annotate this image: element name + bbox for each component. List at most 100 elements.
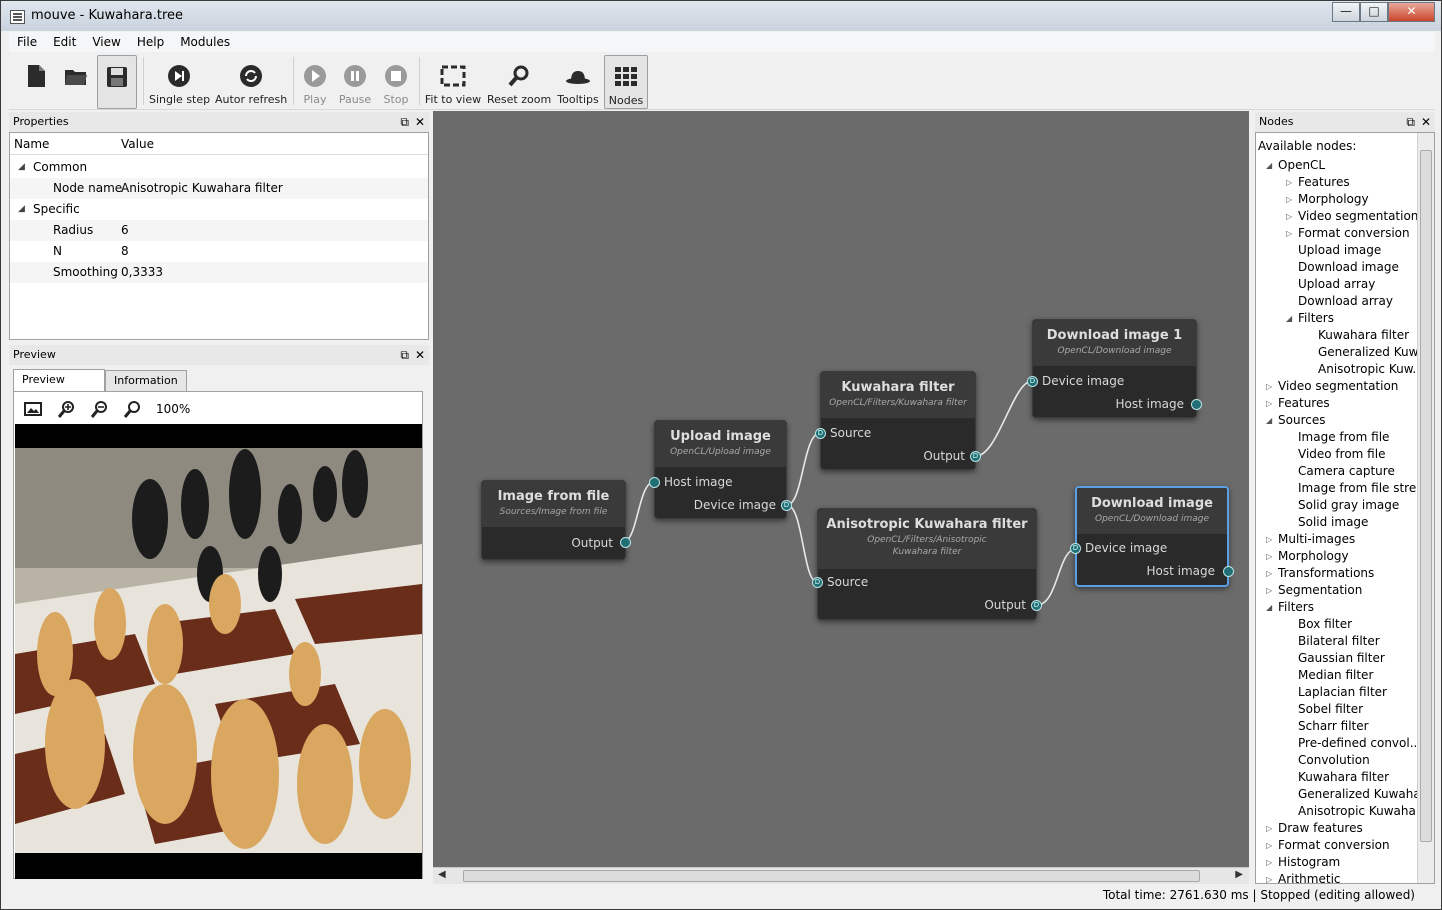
input-port[interactable] bbox=[649, 477, 660, 488]
node-download-image-1[interactable]: Download image 1 OpenCL/Download image D… bbox=[1027, 319, 1202, 418]
output-port[interactable] bbox=[620, 537, 631, 548]
menu-help[interactable]: Help bbox=[129, 32, 172, 52]
new-file-icon bbox=[23, 63, 49, 89]
nodes-dock-title: Nodes ⧉ ✕ bbox=[1255, 112, 1435, 132]
collapse-arrow-icon[interactable]: ◢ bbox=[18, 157, 25, 178]
input-port[interactable]: D bbox=[1027, 376, 1038, 387]
output-port[interactable]: D bbox=[970, 451, 981, 462]
preview-image bbox=[15, 424, 422, 879]
input-port[interactable]: D bbox=[812, 577, 823, 588]
collapsed-arrow-icon[interactable]: ▷ bbox=[1286, 208, 1292, 225]
tree-item-label: Draw features bbox=[1278, 821, 1363, 835]
property-value[interactable]: 6 bbox=[121, 220, 129, 241]
scrollbar-thumb[interactable] bbox=[1420, 150, 1432, 842]
collapse-arrow-icon[interactable]: ◢ bbox=[18, 199, 25, 220]
tree-item-label: Camera capture bbox=[1298, 464, 1395, 478]
zoom-out-icon[interactable] bbox=[88, 399, 110, 419]
group-specific[interactable]: ◢ Specific bbox=[10, 199, 428, 220]
property-value[interactable]: 8 bbox=[121, 241, 129, 262]
image-icon[interactable] bbox=[22, 399, 44, 419]
property-row[interactable]: N 8 bbox=[10, 241, 428, 262]
property-row[interactable]: Node name Anisotropic Kuwahara filter bbox=[10, 178, 428, 199]
node-anisotropic-kuwahara-filter[interactable]: Anisotropic Kuwahara filter OpenCL/Filte… bbox=[812, 508, 1042, 620]
input-port[interactable]: D bbox=[815, 428, 826, 439]
column-name-header[interactable]: Name bbox=[14, 137, 49, 151]
output-port[interactable] bbox=[1191, 399, 1202, 410]
float-icon[interactable]: ⧉ bbox=[400, 348, 409, 362]
tooltips-button[interactable]: Tooltips bbox=[557, 55, 599, 107]
stop-button[interactable]: Stop bbox=[379, 55, 413, 107]
zoom-original-icon[interactable] bbox=[121, 399, 143, 419]
collapsed-arrow-icon[interactable]: ▷ bbox=[1286, 174, 1292, 191]
property-value[interactable]: Anisotropic Kuwahara filter bbox=[121, 178, 283, 199]
input-port[interactable]: D bbox=[1070, 543, 1081, 554]
expanded-arrow-icon[interactable]: ◢ bbox=[1266, 412, 1272, 429]
menu-view[interactable]: View bbox=[84, 32, 128, 52]
float-icon[interactable]: ⧉ bbox=[1406, 115, 1415, 129]
new-button[interactable] bbox=[19, 55, 53, 107]
minimize-button[interactable]: — bbox=[1332, 2, 1360, 22]
tab-preview-image[interactable]: Preview image bbox=[13, 369, 105, 406]
tree-item-label: Morphology bbox=[1298, 192, 1369, 206]
scrollbar-thumb[interactable] bbox=[463, 870, 1200, 882]
node-image-from-file[interactable]: Image from file Sources/Image from file … bbox=[481, 480, 631, 560]
node-download-image[interactable]: Download image OpenCL/Download image D D… bbox=[1070, 486, 1234, 587]
output-port[interactable] bbox=[1223, 566, 1234, 577]
close-icon[interactable]: ✕ bbox=[415, 115, 425, 129]
menu-file[interactable]: File bbox=[9, 32, 45, 52]
canvas-horizontal-scrollbar[interactable]: ◀ ▶ bbox=[433, 867, 1249, 884]
expanded-arrow-icon[interactable]: ◢ bbox=[1266, 157, 1272, 174]
collapsed-arrow-icon[interactable]: ▷ bbox=[1266, 378, 1272, 395]
collapsed-arrow-icon[interactable]: ▷ bbox=[1286, 225, 1292, 242]
collapsed-arrow-icon[interactable]: ▷ bbox=[1266, 565, 1272, 582]
edge bbox=[786, 432, 821, 506]
scroll-left-arrow-icon[interactable]: ◀ bbox=[438, 869, 446, 880]
open-button[interactable] bbox=[59, 55, 93, 107]
close-icon[interactable]: ✕ bbox=[415, 348, 425, 362]
expanded-arrow-icon[interactable]: ◢ bbox=[1266, 599, 1272, 616]
maximize-button[interactable]: □ bbox=[1360, 2, 1388, 22]
nodes-vertical-scrollbar[interactable] bbox=[1417, 133, 1434, 883]
close-button[interactable]: ✕ bbox=[1388, 2, 1435, 22]
tree-item-label: Median filter bbox=[1298, 668, 1374, 682]
property-row[interactable]: Radius 6 bbox=[10, 220, 428, 241]
pause-button[interactable]: Pause bbox=[337, 55, 373, 107]
reset-zoom-button[interactable]: Reset zoom bbox=[487, 55, 551, 107]
collapsed-arrow-icon[interactable]: ▷ bbox=[1266, 395, 1272, 412]
zoom-in-icon[interactable] bbox=[55, 399, 77, 419]
collapsed-arrow-icon[interactable]: ▷ bbox=[1266, 871, 1272, 883]
tab-information[interactable]: Information bbox=[105, 370, 187, 392]
collapsed-arrow-icon[interactable]: ▷ bbox=[1266, 820, 1272, 837]
collapsed-arrow-icon[interactable]: ▷ bbox=[1286, 191, 1292, 208]
column-value-header[interactable]: Value bbox=[121, 137, 154, 151]
single-step-button[interactable]: Single step bbox=[149, 55, 210, 107]
tree-item-label: OpenCL bbox=[1278, 158, 1326, 172]
node-upload-image[interactable]: Upload image OpenCL/Upload image Host im… bbox=[649, 420, 792, 519]
collapsed-arrow-icon[interactable]: ▷ bbox=[1266, 582, 1272, 599]
expanded-arrow-icon[interactable]: ◢ bbox=[1286, 310, 1292, 327]
collapsed-arrow-icon[interactable]: ▷ bbox=[1266, 837, 1272, 854]
property-row[interactable]: Smoothing 0,3333 bbox=[10, 262, 428, 283]
menu-edit[interactable]: Edit bbox=[45, 32, 84, 52]
save-button[interactable] bbox=[97, 55, 137, 109]
play-button[interactable]: Play bbox=[299, 55, 331, 107]
property-value[interactable]: 0,3333 bbox=[121, 262, 163, 283]
title-bar[interactable]: mouve - Kuwahara.tree — □ ✕ bbox=[1, 1, 1441, 31]
node-graph-canvas[interactable]: Image from file Sources/Image from file … bbox=[433, 111, 1249, 867]
nodes-button[interactable]: Nodes bbox=[604, 55, 648, 109]
collapsed-arrow-icon[interactable]: ▷ bbox=[1266, 548, 1272, 565]
node-kuwahara-filter[interactable]: Kuwahara filter OpenCL/Filters/Kuwahara … bbox=[815, 371, 981, 470]
collapsed-arrow-icon[interactable]: ▷ bbox=[1266, 854, 1272, 871]
fit-to-view-button[interactable]: Fit to view bbox=[423, 55, 483, 107]
preview-panel: Preview image Information 100% bbox=[9, 366, 429, 884]
collapsed-arrow-icon[interactable]: ▷ bbox=[1266, 531, 1272, 548]
close-icon[interactable]: ✕ bbox=[1421, 115, 1431, 129]
autor-refresh-button[interactable]: Autor refresh bbox=[215, 55, 287, 107]
output-port[interactable]: D bbox=[781, 500, 792, 511]
group-common[interactable]: ◢ Common bbox=[10, 157, 428, 178]
output-port[interactable]: D bbox=[1031, 600, 1042, 611]
menu-modules[interactable]: Modules bbox=[172, 32, 238, 52]
float-icon[interactable]: ⧉ bbox=[400, 115, 409, 129]
scroll-right-arrow-icon[interactable]: ▶ bbox=[1235, 869, 1243, 880]
app-icon[interactable] bbox=[10, 10, 25, 24]
